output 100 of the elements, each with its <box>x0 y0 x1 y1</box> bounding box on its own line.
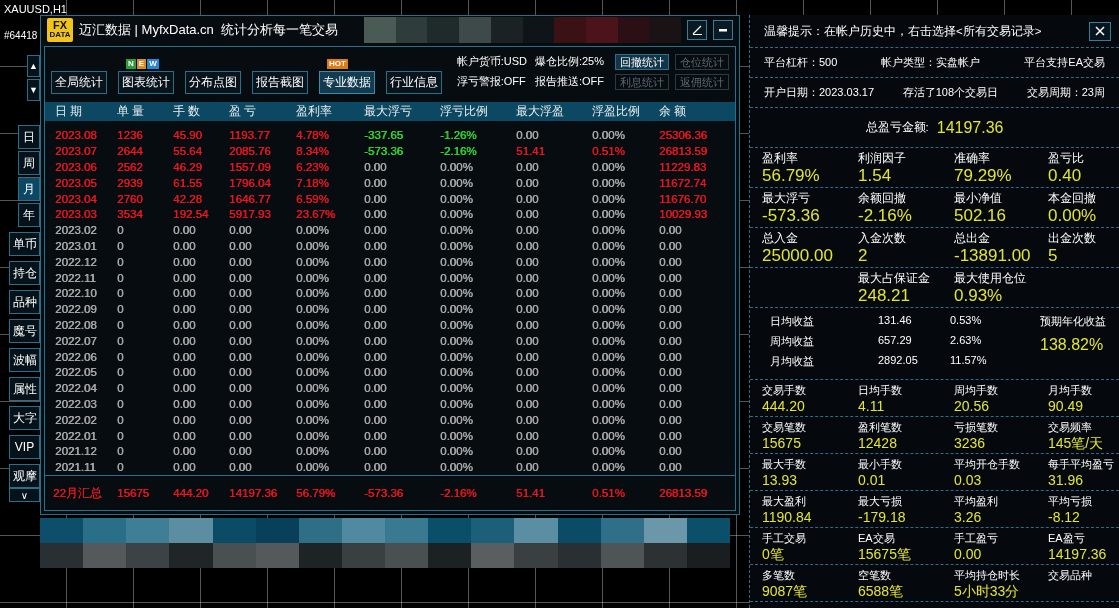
period-tab[interactable]: 年 <box>18 203 40 227</box>
table-cell-text: 0.00 <box>228 303 253 316</box>
toolbar-button[interactable]: 专业数据 <box>319 71 375 95</box>
tool-button[interactable]: 属性 <box>9 377 40 401</box>
table-cell-text: 0.00 <box>515 224 540 237</box>
tool-button[interactable]: VIP <box>9 435 40 459</box>
table-cell-text: 0.00 <box>172 413 197 426</box>
table-cell-text: 0.00% <box>439 176 474 189</box>
table-cell-text: 0.00 <box>172 318 197 331</box>
table-cell-text: 0.00 <box>363 303 388 316</box>
table-cell-text: 0.00 <box>363 382 388 395</box>
table-cell-text: 0.00 <box>228 318 253 331</box>
stat-value: 131.46 <box>878 313 913 328</box>
table-cell-text: 1557.09 <box>228 160 272 173</box>
stat-value: 5小时33分 <box>954 583 1021 599</box>
table-cell-text: 0.00% <box>295 445 330 458</box>
stat-value: 20.56 <box>954 398 991 414</box>
table-cell-text: 0.00% <box>295 318 330 331</box>
toolbar-button[interactable]: 行业信息 <box>386 71 442 95</box>
summary-cell-text: 15675 <box>116 487 150 499</box>
period-tab[interactable]: 周 <box>18 151 40 175</box>
table-cell-text: 0.00 <box>172 366 197 379</box>
table-cell-text: 0.00% <box>591 334 626 347</box>
table-cell-text: 45.90 <box>172 129 203 142</box>
stat-label: 最小净值 <box>954 191 1003 206</box>
resize-button[interactable] <box>687 19 707 40</box>
period-tab[interactable]: 日 <box>18 125 40 149</box>
tool-button[interactable]: 大字 <box>9 406 40 430</box>
minimize-button[interactable] <box>713 19 733 40</box>
column-header: 手 数 <box>172 104 202 120</box>
table-cell-text: 0.00 <box>658 318 683 331</box>
stat-value: 90.49 <box>1048 398 1085 414</box>
table-cell-text: 0.00 <box>363 445 388 458</box>
table-cell-text: 2022.05 <box>54 366 98 379</box>
table-cell-text: 0 <box>116 239 125 252</box>
toolbar-button[interactable]: 分布点图 <box>185 71 241 95</box>
stat-value: 13.93 <box>762 472 799 488</box>
stat-value: 15675笔 <box>858 546 912 562</box>
table-cell-text: 0.00 <box>515 429 540 442</box>
chart-label: #64418 <box>4 30 38 41</box>
stat-value: 15675 <box>762 435 802 451</box>
table-cell-text: 2023.04 <box>54 192 98 205</box>
tool-button[interactable]: 持仓 <box>9 261 40 285</box>
more-button[interactable]: ∨ <box>9 488 40 502</box>
table-cell-text: 0.00 <box>515 129 540 142</box>
tool-button[interactable]: 观摩 <box>9 464 40 488</box>
table-cell-text: 11676.70 <box>658 192 708 205</box>
stat-label: 交易频率 <box>1048 420 1093 435</box>
tool-button[interactable]: 波幅 <box>9 348 40 372</box>
table-cell-text: 0 <box>116 429 125 442</box>
table-cell-text: 0.00% <box>295 429 330 442</box>
table-cell-text: 0.00% <box>439 350 474 363</box>
table-cell-text: 3534 <box>116 208 144 221</box>
table-cell-text: 0.00% <box>591 318 626 331</box>
tool-button[interactable]: 品种 <box>9 290 40 314</box>
table-cell-text: 0.00% <box>439 429 474 442</box>
toolbar-button[interactable]: 报告截图 <box>252 71 308 95</box>
table-cell-text: -2.16% <box>439 145 478 158</box>
summary-cell-text: -573.36 <box>363 487 404 499</box>
toolbar-button[interactable]: 全局统计 <box>51 71 107 95</box>
summary-cell-text: 56.79% <box>295 487 336 499</box>
table-cell-text: 0.00 <box>172 255 197 268</box>
table-cell-text: 0.00% <box>439 397 474 410</box>
table-cell-text: 0.00 <box>228 350 253 363</box>
table-cell-text: 0.00% <box>295 271 330 284</box>
stat-label: 交易品种 <box>1048 568 1093 583</box>
table-cell-text: 0.00% <box>591 176 626 189</box>
table-cell-text: 0.00 <box>515 255 540 268</box>
stat-value: 0.03 <box>954 472 983 488</box>
table-cell-text: 0 <box>116 303 125 316</box>
stat-label: 交易笔数 <box>762 420 807 435</box>
scroll-down-button[interactable]: ▼ <box>27 79 40 101</box>
tool-button[interactable]: 单币 <box>9 232 40 256</box>
account-info: 交易周期：23周 <box>1026 85 1105 100</box>
table-cell-text: 0.00% <box>439 224 474 237</box>
summary-cell-text: -2.16% <box>439 487 478 499</box>
table-cell-text: 2022.01 <box>54 429 98 442</box>
tool-button[interactable]: 魔号 <box>9 319 40 343</box>
stats-button[interactable]: 回撤统计 <box>615 53 669 70</box>
stat-label: 盈利率 <box>762 151 799 166</box>
period-tab[interactable]: 月 <box>18 177 40 201</box>
stat-label: 每手平均盈亏 <box>1048 457 1115 472</box>
scroll-up-button[interactable]: ▲ <box>27 55 40 77</box>
table-cell-text: 0.00% <box>295 334 330 347</box>
tip-text: 温馨提示：在帐户历史中，右击选择<所有交易记录> <box>764 23 1042 39</box>
close-icon <box>1095 26 1105 36</box>
table-cell-text: 0.00 <box>515 366 540 379</box>
summary-cell-text: 444.20 <box>172 487 210 499</box>
stat-value: 0.40 <box>1048 166 1083 185</box>
table-cell-text: 0.00 <box>658 413 683 426</box>
close-button[interactable] <box>1089 21 1111 41</box>
table-cell-text: 0.00% <box>591 287 626 300</box>
table-cell-text: 0.00 <box>228 461 253 474</box>
table-cell-text: 0 <box>116 461 125 474</box>
table-cell-text: 0.00 <box>515 397 540 410</box>
table-cell-text: 2644 <box>116 145 144 158</box>
column-header: 最大浮盈 <box>515 104 565 120</box>
table-cell-text: 2022.11 <box>54 271 97 284</box>
table-cell-text: 2023.06 <box>54 160 98 173</box>
toolbar-button[interactable]: 图表统计 <box>118 71 174 95</box>
